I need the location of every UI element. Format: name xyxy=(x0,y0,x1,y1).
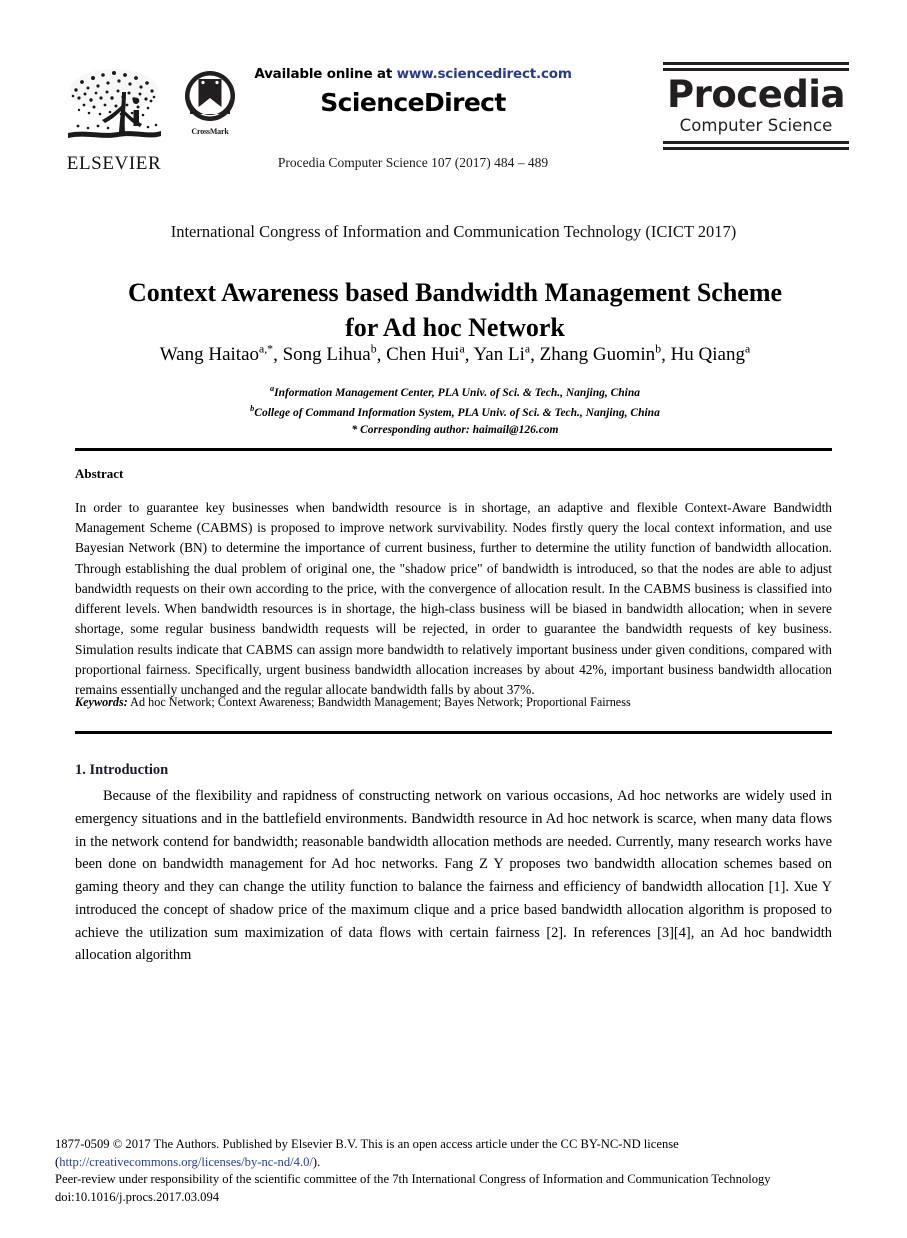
abstract-body: In order to guarantee key businesses whe… xyxy=(75,500,832,698)
procedia-rule-2 xyxy=(663,68,849,71)
license-line: (http://creativecommons.org/licenses/by-… xyxy=(55,1154,845,1172)
procedia-logo: Procedia Computer Science xyxy=(663,62,849,150)
author-name: Song Lihua xyxy=(282,344,371,366)
affiliation-text: Information Management Center, PLA Univ.… xyxy=(274,386,641,399)
journal-reference: Procedia Computer Science 107 (2017) 484… xyxy=(277,155,549,170)
author-entry: Hu Qianga xyxy=(670,343,751,366)
introduction-top-rule xyxy=(75,731,832,734)
author-list: Wang Haitaoa,*, Song Lihuab, Chen Huia, … xyxy=(159,343,751,366)
author-affiliation-marker: a xyxy=(524,343,531,356)
introduction-body: Because of the flexibility and rapidness… xyxy=(75,788,832,964)
elsevier-tree-icon xyxy=(68,69,161,138)
abstract-heading: Abstract xyxy=(75,466,124,481)
sciencedirect-block: Available online at www.sciencedirect.co… xyxy=(248,66,578,117)
license-url-link[interactable]: http://creativecommons.org/licenses/by-n… xyxy=(59,1155,313,1169)
author-name: Chen Hui xyxy=(386,344,460,366)
section-heading-introduction: 1. Introduction xyxy=(75,762,169,779)
procedia-wordmark: Procedia xyxy=(667,73,845,116)
elsevier-logo: ELSEVIER xyxy=(58,60,170,175)
affiliation-text: College of Command Information System, P… xyxy=(254,406,660,419)
crossmark-logo[interactable]: CrossMark xyxy=(172,68,248,136)
author-affiliation-marker: b xyxy=(655,343,662,356)
paper-page: ELSEVIER CrossMark Available online at w… xyxy=(0,0,907,1238)
author-entry: Song Lihuab xyxy=(282,343,377,366)
abstract-top-rule xyxy=(75,448,832,451)
author-entry: Wang Haitaoa,* xyxy=(159,343,274,366)
author-name: Hu Qiang xyxy=(670,344,745,366)
procedia-top-rules xyxy=(663,62,849,71)
keywords-label: Keywords: xyxy=(75,695,128,709)
author-affiliation-marker: a xyxy=(459,343,465,356)
procedia-bottom-rules xyxy=(663,140,849,150)
procedia-rule-4 xyxy=(663,146,849,150)
author-name: Yan Li xyxy=(473,344,525,366)
author-affiliation-marker: b xyxy=(370,343,377,356)
masthead: ELSEVIER CrossMark Available online at w… xyxy=(0,52,907,197)
crossmark-icon[interactable] xyxy=(182,68,238,124)
author-name: Zhang Guomin xyxy=(539,344,656,366)
procedia-subtitle: Computer Science xyxy=(679,115,833,135)
sciencedirect-wordmark: ScienceDirect xyxy=(320,88,506,117)
page-footer: 1877-0509 © 2017 The Authors. Published … xyxy=(55,1136,845,1207)
author-affiliation-marker: a,* xyxy=(259,343,274,356)
affiliation-block: aInformation Management Center, PLA Univ… xyxy=(90,383,820,440)
author-entry: Chen Huia xyxy=(386,343,465,366)
keywords-text: Ad hoc Network; Context Awareness; Bandw… xyxy=(127,695,631,709)
author-entry: Yan Lia xyxy=(473,343,531,366)
affiliation-line: aInformation Management Center, PLA Univ… xyxy=(90,383,820,403)
copyright-line: 1877-0509 © 2017 The Authors. Published … xyxy=(55,1137,679,1151)
crossmark-label: CrossMark xyxy=(191,127,229,136)
author-entry: Zhang Guominb xyxy=(539,343,662,366)
peer-review-line: Peer-review under responsibility of the … xyxy=(55,1172,771,1187)
sciencedirect-url-link[interactable]: www.sciencedirect.com xyxy=(397,66,572,82)
page-title: Context Awareness based Bandwidth Manage… xyxy=(127,278,783,342)
author-name: Wang Haitao xyxy=(159,344,260,366)
doi-line: doi:10.1016/j.procs.2017.03.094 xyxy=(55,1189,220,1204)
elsevier-wordmark: ELSEVIER xyxy=(66,153,162,174)
available-online-line: Available online at www.sciencedirect.co… xyxy=(248,66,578,82)
license-close-paren: ). xyxy=(312,1154,321,1169)
affiliation-line: bCollege of Command Information System, … xyxy=(90,403,820,423)
available-online-prefix: Available online at xyxy=(254,66,397,82)
corresponding-author: * Corresponding author: haimail@126.com xyxy=(351,424,559,437)
conference-line: International Congress of Information an… xyxy=(170,222,737,241)
keywords-line: Keywords: Ad hoc Network; Context Awaren… xyxy=(75,695,832,710)
author-affiliation-marker: a xyxy=(744,343,751,356)
